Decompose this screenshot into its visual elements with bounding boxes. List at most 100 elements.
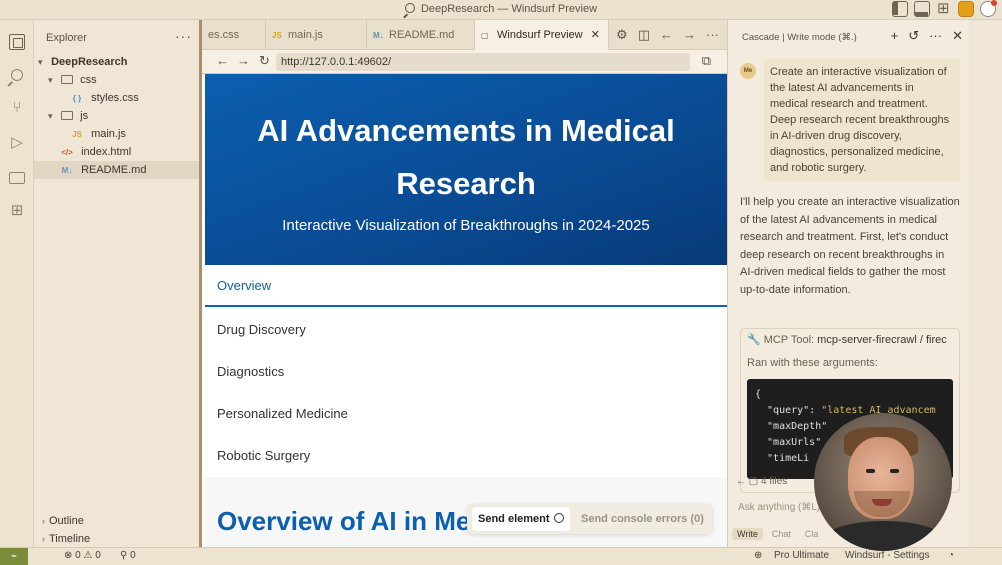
more-icon[interactable]: ··· [929, 28, 942, 44]
tree-folder-js[interactable]: ▾ js [34, 107, 202, 125]
close-icon[interactable]: ✕ [952, 28, 963, 44]
run-debug-icon[interactable] [9, 135, 25, 151]
bell-icon[interactable]: ◔ [948, 550, 954, 561]
tree-file-main-js[interactable]: JS main.js [34, 125, 202, 143]
markdown-file-icon: M↓ [61, 166, 73, 175]
nav-diagnostics[interactable]: Diagnostics [205, 351, 727, 393]
tool-call-header: 🔧 MCP Tool: mcp-server-firecrawl / firec [747, 333, 947, 346]
tree-label: styles.css [91, 92, 139, 104]
extensions-icon[interactable] [9, 203, 25, 219]
chevron-right-icon: › [42, 534, 45, 544]
customize-layout-icon[interactable] [936, 0, 952, 17]
send-console-errors-button[interactable]: Send console errors (0) [581, 507, 704, 531]
nav-personalized-medicine[interactable]: Personalized Medicine [205, 393, 727, 435]
files-changed-row[interactable]: ← ▢ 4 files [736, 476, 787, 487]
explorer-panel: Explorer ··· ▾ DeepResearch ▾ css { } st… [34, 20, 202, 547]
webcam-overlay [814, 413, 952, 551]
open-external-icon[interactable]: ⧉ [702, 53, 711, 69]
more-icon[interactable]: ··· [706, 27, 719, 43]
md-file-icon: M↓ [373, 31, 384, 40]
chevron-down-icon: ▾ [38, 57, 43, 67]
nav-robotic-surgery[interactable]: Robotic Surgery [205, 435, 727, 477]
problems-indicator[interactable]: ⊗ 0 ⚠ 0 [64, 550, 101, 561]
cascade-actions: + ↺ ··· ✕ [891, 28, 963, 44]
preview-icon: ▢ [481, 31, 489, 40]
sash-handle[interactable] [199, 20, 202, 547]
section-label: Timeline [49, 533, 91, 545]
split-editor-icon[interactable]: ◫ [638, 27, 650, 43]
tree-file-index-html[interactable]: </> index.html [34, 143, 202, 161]
js-file-icon: JS [72, 130, 82, 139]
cursor-select-icon [553, 513, 564, 523]
zoom-icon[interactable]: ⊕ [754, 550, 762, 561]
code-line: "query": "latest AI advancem [755, 405, 936, 416]
chevron-down-icon: ▾ [48, 111, 53, 121]
cascade-header: Cascade | Write mode (⌘.) [742, 32, 857, 43]
windsurf-logo-icon[interactable] [958, 1, 974, 17]
remote-explorer-icon[interactable] [9, 172, 25, 184]
tab-label: es.css [208, 29, 240, 41]
assistant-message: I'll help you create an interactive visu… [740, 196, 960, 296]
tab-label: README.md [389, 29, 455, 41]
send-element-button[interactable]: Send element [472, 507, 570, 531]
chevron-down-icon: ▾ [48, 75, 53, 85]
editor-actions: ⚙ ◫ ← → ··· [616, 27, 719, 43]
nav-drug-discovery[interactable]: Drug Discovery [205, 309, 727, 351]
nav-overview[interactable]: Overview [205, 265, 727, 307]
mode-chat[interactable]: Chat [767, 528, 796, 540]
tree-root-deepresearch[interactable]: ▾ DeepResearch [34, 53, 202, 71]
close-icon[interactable]: ✕ [591, 29, 600, 41]
title-bar-icons [892, 0, 997, 17]
presenter-eye [890, 469, 899, 473]
code-line: { [755, 389, 762, 400]
tool-name: mcp-server-firecrawl / firec [817, 334, 947, 346]
forward-icon[interactable]: → [683, 27, 696, 43]
account-icon[interactable] [980, 0, 997, 17]
back-arrow-icon[interactable]: ← [216, 53, 229, 68]
more-actions-icon[interactable]: ··· [175, 28, 192, 44]
forward-arrow-icon[interactable]: → [237, 53, 250, 68]
new-chat-icon[interactable]: + [891, 28, 899, 44]
file-icon: ▢ [748, 476, 759, 487]
presenter-shirt [822, 521, 946, 551]
tab-readme-md[interactable]: M↓ README.md [367, 20, 475, 50]
search-icon[interactable] [11, 69, 23, 81]
tab-windsurf-preview[interactable]: ▢ Windsurf Preview ✕ [475, 20, 609, 50]
explorer-icon[interactable] [9, 34, 25, 50]
window-title[interactable]: DeepResearch — Windsurf Preview [0, 3, 1002, 15]
avatar: Me [740, 63, 756, 79]
hero-banner: AI Advancements in Medical Research Inte… [205, 74, 727, 265]
tree-folder-css[interactable]: ▾ css [34, 71, 202, 89]
folder-icon [61, 111, 74, 120]
css-file-icon: { } [72, 94, 82, 103]
hero-subtitle: Interactive Visualization of Breakthroug… [282, 217, 650, 234]
tree-label: DeepResearch [51, 56, 128, 68]
timeline-section[interactable]: › Timeline [34, 530, 202, 548]
tree-file-styles-css[interactable]: { } styles.css [34, 89, 202, 107]
toggle-primary-sidebar-icon[interactable] [892, 1, 908, 17]
reload-icon[interactable]: ↻ [259, 53, 270, 69]
tool-args-label: Ran with these arguments: [747, 357, 878, 369]
hero-title: AI Advancements in Medical Research [257, 113, 675, 201]
settings-icon[interactable]: ⚙ [616, 27, 628, 43]
ports-indicator[interactable]: ⚲ 0 [120, 550, 136, 561]
mode-switcher: Write Chat Cla [732, 528, 823, 540]
outline-section[interactable]: › Outline [34, 512, 202, 530]
url-input[interactable]: http://127.0.0.1:49602/ [276, 53, 690, 71]
back-icon[interactable]: ← [660, 27, 673, 43]
tab-label: main.js [288, 29, 323, 41]
tree-file-readme-md[interactable]: M↓ README.md [34, 161, 202, 179]
history-icon[interactable]: ↺ [908, 28, 919, 44]
source-control-icon[interactable] [9, 100, 25, 116]
plan-indicator[interactable]: Pro Ultimate [774, 550, 829, 561]
model-selector[interactable]: Cla [800, 528, 824, 540]
tree-label: css [80, 74, 97, 86]
mode-write[interactable]: Write [732, 528, 763, 540]
title-bar: DeepResearch — Windsurf Preview [0, 0, 1002, 20]
tab-styles-css[interactable]: es.css [202, 20, 266, 50]
tab-main-js[interactable]: JS main.js [266, 20, 367, 50]
remote-indicator[interactable]: ⌁ [0, 548, 28, 565]
toggle-panel-icon[interactable] [914, 1, 930, 17]
windsurf-settings[interactable]: Windsurf - Settings [845, 550, 929, 561]
preview-viewport: AI Advancements in Medical Research Inte… [205, 74, 727, 547]
